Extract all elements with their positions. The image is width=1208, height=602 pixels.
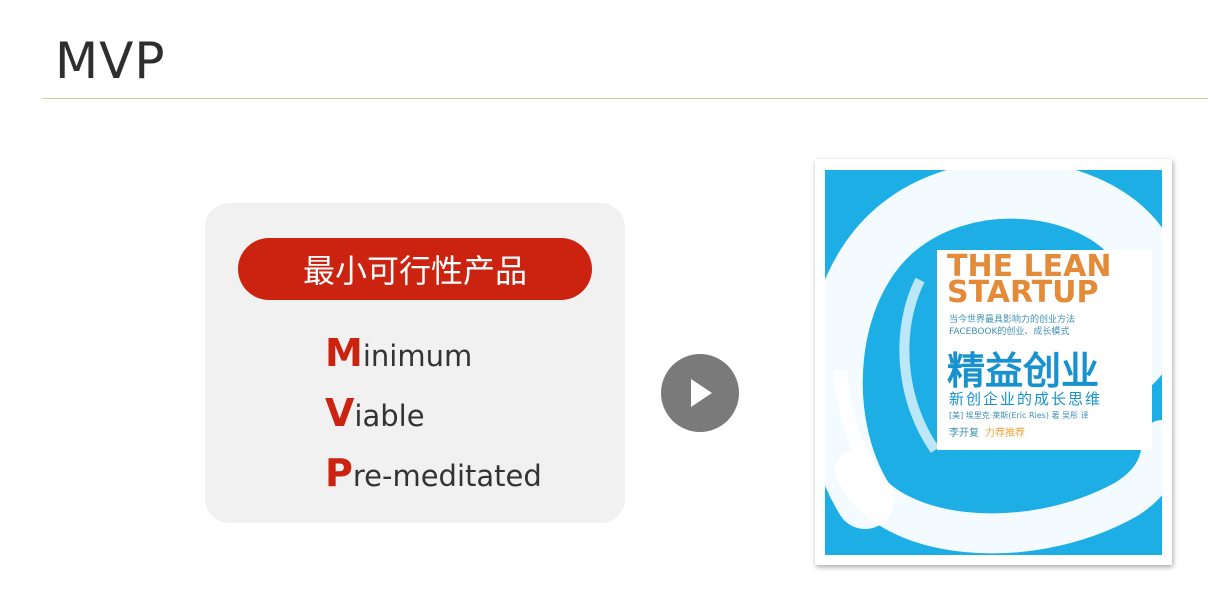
term-minimum: Minimum xyxy=(325,331,472,375)
book-chinese-title: 精益创业 xyxy=(947,349,1100,393)
book-tagline-2: FACEBOOK的创业、成长模式 xyxy=(949,327,1070,337)
slide-title: MVP xyxy=(55,32,166,90)
book-cover: THE LEAN STARTUP 当今世界最具影响力的创业方法 FACEBOOK… xyxy=(825,170,1162,555)
play-button[interactable] xyxy=(661,354,739,432)
play-icon xyxy=(691,379,712,407)
term-initial: M xyxy=(325,331,363,375)
title-divider xyxy=(42,98,1208,99)
term-initial: P xyxy=(325,451,353,495)
term-pre-meditated: Pre-meditated xyxy=(325,451,542,495)
mvp-chinese-pill: 最小可行性产品 xyxy=(238,238,592,300)
mvp-card: 最小可行性产品 Minimum Viable Pre-meditated xyxy=(205,203,625,523)
term-viable: Viable xyxy=(325,391,425,435)
book-recommend-text: 力荐推荐 xyxy=(985,428,1025,439)
term-rest: re-meditated xyxy=(352,459,542,493)
book-recommender: 李开复 xyxy=(949,428,979,439)
book-english-title-line2: STARTUP xyxy=(947,275,1099,310)
book-cover-frame: THE LEAN STARTUP 当今世界最具影响力的创业方法 FACEBOOK… xyxy=(815,159,1172,565)
book-author-line: [美] 埃里克·莱斯(Eric Ries) 著 吴彤 译 xyxy=(949,411,1089,420)
term-initial: V xyxy=(325,391,355,435)
book-english-title: THE LEAN STARTUP xyxy=(947,252,1111,310)
term-rest: iable xyxy=(354,399,425,433)
term-rest: inimum xyxy=(362,339,473,373)
book-chinese-subtitle: 新创企业的成长思维 xyxy=(949,390,1103,408)
book-recommendation: 李开复 力荐推荐 xyxy=(949,424,1025,439)
